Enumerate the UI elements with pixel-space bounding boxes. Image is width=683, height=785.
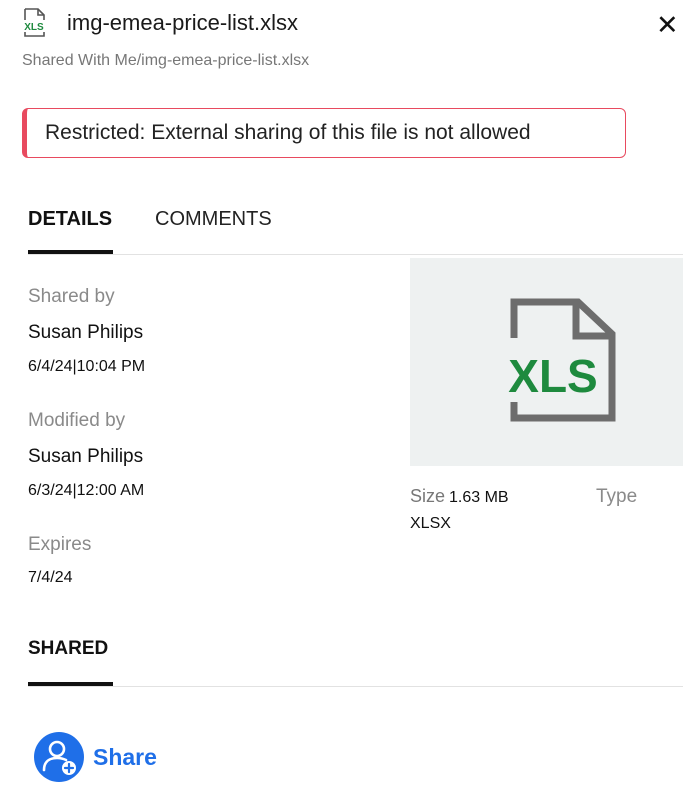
xls-file-icon: XLS	[21, 8, 47, 38]
shared-by-name: Susan Philips	[28, 322, 144, 343]
shared-by-label: Shared by	[28, 286, 115, 307]
tab-divider	[28, 254, 683, 255]
modified-by-date: 6/3/24|12:00 AM	[28, 482, 145, 499]
restriction-alert: Restricted: External sharing of this fil…	[22, 108, 626, 158]
expires-label: Expires	[28, 534, 92, 555]
restriction-alert-text: Restricted: External sharing of this fil…	[45, 121, 531, 144]
file-preview: XLS	[410, 258, 683, 466]
type-label: Type	[596, 486, 638, 507]
tab-details[interactable]: DETAILS	[28, 204, 112, 234]
share-button[interactable]: Share	[30, 730, 170, 782]
xls-document-icon: XLS	[508, 298, 616, 422]
size-value: 1.63 MB	[449, 489, 509, 506]
add-user-icon	[34, 732, 84, 782]
type-value: XLSX	[410, 515, 451, 532]
svg-text:XLS: XLS	[24, 22, 44, 33]
shared-by-date: 6/4/24|10:04 PM	[28, 358, 146, 375]
size-row: Size 1.63 MB	[410, 486, 683, 510]
shared-heading: SHARED	[28, 638, 109, 659]
tab-bar: DETAILS COMMENTS	[0, 196, 683, 256]
file-title: img-emea-price-list.xlsx	[67, 10, 299, 35]
expires-date: 7/4/24	[28, 569, 73, 586]
modified-by-name: Susan Philips	[28, 446, 144, 467]
breadcrumb: Shared With Me/img-emea-price-list.xlsx	[22, 52, 310, 69]
size-label: Size	[410, 486, 446, 506]
tab-comments[interactable]: COMMENTS	[155, 204, 272, 234]
shared-divider	[28, 686, 683, 687]
modified-by-label: Modified by	[28, 410, 126, 431]
close-button[interactable]: ✕	[656, 8, 683, 42]
svg-text:XLS: XLS	[508, 350, 597, 402]
share-label: Share	[93, 744, 157, 770]
